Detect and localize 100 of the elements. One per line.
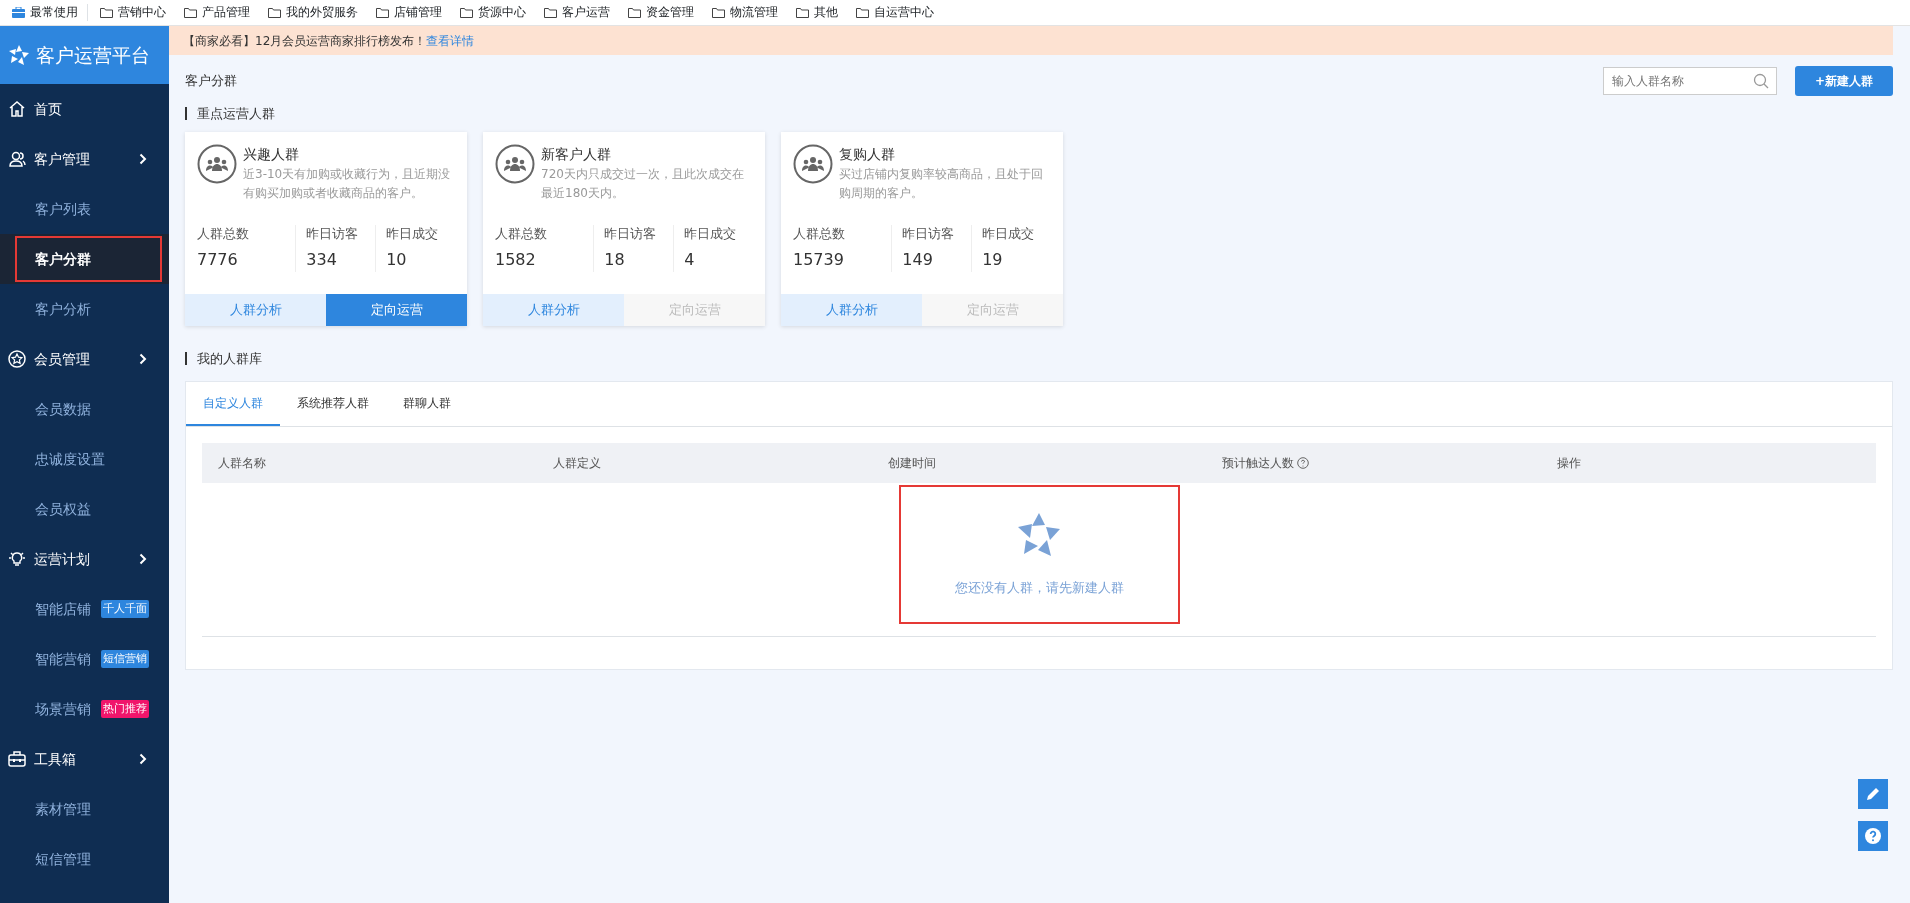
tag-label: 短信营销 bbox=[101, 649, 149, 669]
group-description: 720天内只成交过一次，且此次成交在最近180天内。 bbox=[541, 166, 745, 202]
help-button[interactable] bbox=[1858, 821, 1888, 851]
bookmark-link[interactable]: 店铺管理 bbox=[367, 3, 451, 22]
group-description: 买过店铺内复购率较高商品，且处于回购周期的客户。 bbox=[839, 166, 1044, 202]
star-circle-icon bbox=[8, 350, 26, 368]
bookmark-link[interactable]: 产品管理 bbox=[175, 3, 259, 22]
people-icon bbox=[793, 144, 833, 184]
stat-value: 15739 bbox=[793, 248, 845, 271]
stat-label: 昨日访客 bbox=[902, 225, 956, 243]
chevron-right-icon bbox=[139, 153, 147, 165]
folder-icon bbox=[268, 7, 281, 18]
users-icon bbox=[8, 150, 26, 168]
stat-label: 昨日访客 bbox=[604, 225, 658, 243]
stat-value: 18 bbox=[604, 248, 626, 271]
stat-value: 1582 bbox=[495, 248, 537, 271]
sidebar-group[interactable]: 首页 bbox=[0, 84, 169, 134]
sidebar-item[interactable]: 客户分析 bbox=[0, 284, 169, 334]
bookmark-link[interactable]: 其他 bbox=[787, 3, 847, 22]
tag-label: 热门推荐 bbox=[101, 699, 149, 719]
sidebar-group[interactable]: 工具箱 bbox=[0, 734, 169, 784]
column-header: 创建时间 bbox=[887, 454, 936, 472]
sidebar-item[interactable]: 忠诚度设置 bbox=[0, 434, 169, 484]
lightbulb-icon bbox=[8, 550, 26, 568]
sidebar-group[interactable]: 运营计划 bbox=[0, 534, 169, 584]
stat-value: 4 bbox=[684, 248, 696, 271]
column-header: 人群定义 bbox=[552, 454, 601, 472]
section-title: 重点运营人群 bbox=[185, 107, 1893, 120]
stat-label: 昨日成交 bbox=[684, 225, 738, 243]
stat-label: 昨日访客 bbox=[306, 225, 360, 243]
column-header: 操作 bbox=[1557, 454, 1582, 472]
sidebar-item[interactable]: 智能店铺 千人千面 bbox=[0, 584, 169, 634]
stat-label: 人群总数 bbox=[197, 225, 250, 243]
folder-icon bbox=[100, 7, 113, 18]
help-icon bbox=[1864, 827, 1882, 845]
chevron-right-icon bbox=[139, 353, 147, 365]
sidebar-group[interactable]: 会员管理 bbox=[0, 334, 169, 384]
sidebar-item[interactable]: 智能营销 短信营销 bbox=[0, 634, 169, 684]
stat-label: 昨日成交 bbox=[982, 225, 1036, 243]
empty-message: 您还没有人群，请先新建人群 bbox=[954, 578, 1124, 597]
group-name: 复购人群 bbox=[839, 145, 896, 164]
stat-label: 人群总数 bbox=[495, 225, 548, 243]
bookmark-link[interactable]: 我的外贸服务 bbox=[259, 3, 367, 22]
sidebar-item[interactable]: 短信管理 bbox=[0, 834, 169, 884]
empty-star-icon bbox=[1016, 511, 1062, 558]
bookmark-link[interactable]: 自运营中心 bbox=[847, 3, 943, 22]
folder-icon bbox=[460, 7, 473, 18]
sidebar-item[interactable]: 场景营销 热门推荐 bbox=[0, 684, 169, 734]
tab[interactable]: 系统推荐人群 bbox=[280, 381, 386, 426]
sidebar-item[interactable]: 会员数据 bbox=[0, 384, 169, 434]
briefcase-icon bbox=[12, 7, 25, 18]
bookmark-link[interactable]: 资金管理 bbox=[619, 3, 703, 22]
chevron-right-icon bbox=[139, 553, 147, 565]
pencil-icon bbox=[1865, 786, 1881, 802]
search-icon bbox=[1752, 73, 1769, 89]
sidebar-group[interactable]: 客户管理 bbox=[0, 134, 169, 184]
stat-value: 19 bbox=[982, 248, 1004, 271]
help-icon[interactable] bbox=[1297, 456, 1310, 469]
edit-button[interactable] bbox=[1858, 779, 1888, 809]
toolbox-icon bbox=[8, 750, 26, 768]
group-name: 兴趣人群 bbox=[243, 145, 300, 164]
stat-label: 昨日成交 bbox=[386, 225, 440, 243]
stat-value: 149 bbox=[902, 248, 934, 271]
folder-icon bbox=[856, 7, 869, 18]
notice-text: 【商家必看】12月会员运营商家排行榜发布！ bbox=[183, 32, 427, 50]
search-field[interactable]: 输入人群名称 bbox=[1602, 67, 1777, 95]
platform-title: 客户运营平台 bbox=[36, 42, 150, 68]
sidebar-item[interactable]: 客户分群 bbox=[0, 234, 169, 284]
folder-icon bbox=[712, 7, 725, 18]
home-icon bbox=[8, 100, 26, 118]
new-group-button[interactable]: +新建人群 bbox=[1794, 66, 1893, 96]
column-header: 预计触达人数 bbox=[1222, 454, 1295, 472]
sidebar-item[interactable]: 会员权益 bbox=[0, 484, 169, 534]
targeted-ops-button[interactable]: 定向运营 bbox=[326, 293, 467, 326]
chevron-right-icon bbox=[139, 753, 147, 765]
sidebar-item[interactable]: 素材管理 bbox=[0, 784, 169, 834]
folder-icon bbox=[544, 7, 557, 18]
column-header: 人群名称 bbox=[218, 454, 266, 472]
folder-icon bbox=[376, 7, 389, 18]
group-description: 近3-10天有加购或收藏行为，且近期没有购买加购或者收藏商品的客户。 bbox=[243, 166, 452, 202]
folder-icon bbox=[184, 7, 197, 18]
stat-value: 10 bbox=[386, 248, 408, 271]
people-icon bbox=[197, 144, 237, 184]
stat-value: 7776 bbox=[197, 248, 239, 271]
section-title: 我的人群库 bbox=[185, 351, 1893, 365]
group-name: 新客户人群 bbox=[541, 145, 612, 164]
logo-icon bbox=[8, 44, 30, 66]
tab[interactable]: 群聊人群 bbox=[386, 381, 468, 426]
tab[interactable]: 自定义人群 bbox=[186, 381, 280, 426]
stat-value: 334 bbox=[306, 248, 338, 271]
bookmark-link[interactable]: 客户运营 bbox=[535, 3, 619, 22]
tag-label: 千人千面 bbox=[101, 599, 149, 619]
bookmark-link[interactable]: 货源中心 bbox=[451, 3, 535, 22]
stat-label: 人群总数 bbox=[793, 225, 846, 243]
bookmark-link[interactable]: 最常使用 bbox=[3, 3, 88, 22]
people-icon bbox=[495, 144, 535, 184]
bookmark-link[interactable]: 营销中心 bbox=[91, 3, 175, 22]
bookmark-link[interactable]: 物流管理 bbox=[703, 3, 787, 22]
folder-icon bbox=[628, 7, 641, 18]
sidebar-item[interactable]: 客户列表 bbox=[0, 184, 169, 234]
